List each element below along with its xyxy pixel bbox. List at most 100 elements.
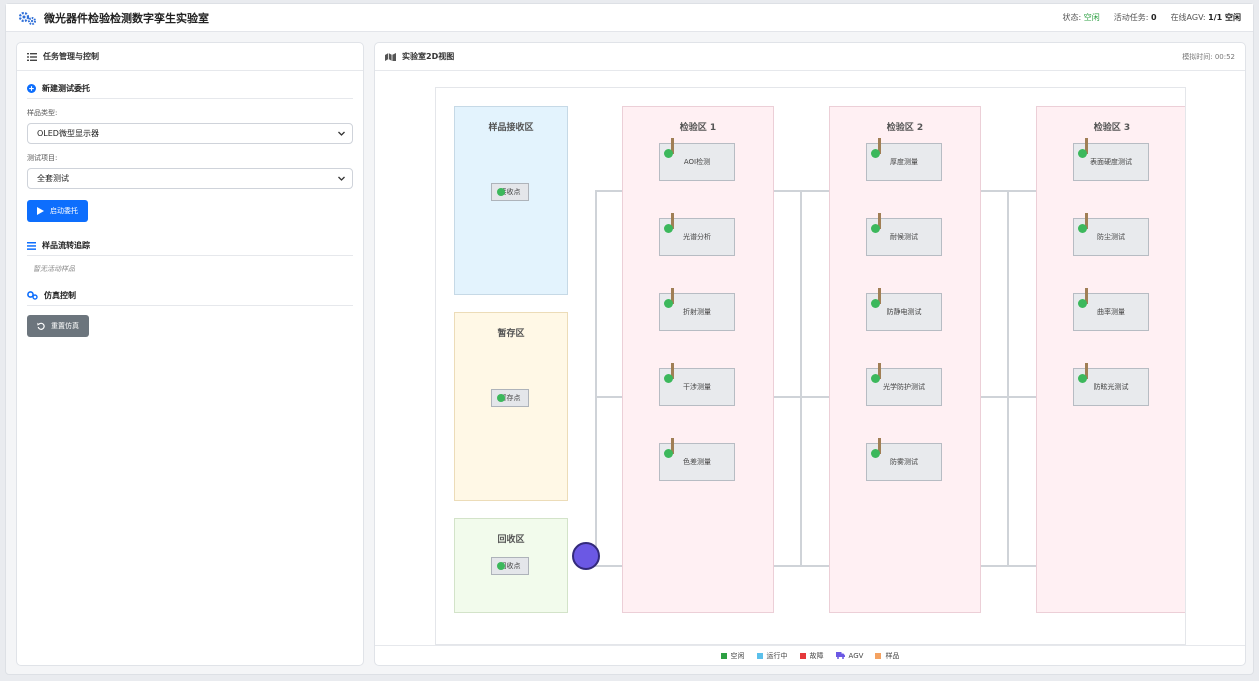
station[interactable]: 防眩光测试 [1073, 363, 1149, 406]
zone-test-3[interactable]: 检验区 3 表面硬度测试 防尘测试 曲率测量 防眩光测试 [1036, 106, 1185, 613]
station-label: 防雾测试 [890, 458, 918, 466]
station[interactable]: 干涉测量 [659, 363, 735, 406]
zone-receive[interactable]: 样品接收区 接收点 [454, 106, 568, 295]
station-label: 曲率测量 [1097, 308, 1125, 316]
tracking-empty-text: 暂无活动样品 [33, 265, 75, 273]
app-header: 微光器件检验检测数字孪生实验室 状态: 空闲 活动任务: 0 在线AGV: 1/… [6, 4, 1253, 32]
status-dot [497, 188, 505, 196]
zone-test-2[interactable]: 检验区 2 厚度测量 耐候测试 防静电测试 光学防护测试 防雾测试 [829, 106, 981, 613]
start-task-label: 启动委托 [50, 207, 78, 215]
stream-icon [27, 241, 36, 250]
sample-type-select[interactable]: OLED微型显示器 [27, 123, 353, 144]
status-dot [497, 562, 505, 570]
legend-running: 运行中 [756, 651, 788, 661]
status-dot [1078, 299, 1087, 308]
tracking-title-text: 样品流转追踪 [42, 241, 90, 250]
station-label: 耐候测试 [890, 233, 918, 241]
start-task-button[interactable]: 启动委托 [27, 200, 88, 222]
status-dot [664, 299, 673, 308]
new-task-title-text: 新建测试委托 [42, 84, 90, 93]
tracking-title: 样品流转追踪 [27, 236, 353, 256]
sample-type-value: OLED微型显示器 [37, 129, 99, 138]
station-label: 厚度测量 [890, 158, 918, 166]
zone-test-1-title: 检验区 1 [679, 123, 717, 133]
legend-fault: 故障 [799, 651, 824, 661]
station-label: 折射测量 [683, 308, 711, 316]
status-dot [1078, 149, 1087, 158]
recycle-point[interactable]: 回收点 [491, 557, 529, 575]
station[interactable]: 防尘测试 [1073, 213, 1149, 256]
status-dot [1078, 224, 1087, 233]
station-label: 色差测量 [683, 458, 711, 466]
station[interactable]: 光学防护测试 [866, 363, 942, 406]
reset-sim-button[interactable]: 重置仿真 [27, 315, 89, 337]
zone-recycle-title: 回收区 [497, 535, 525, 545]
status-dot [664, 449, 673, 458]
test-item-select[interactable]: 全套测试 [27, 168, 353, 189]
station[interactable]: 曲率测量 [1073, 288, 1149, 331]
sim-time-value: 00:52 [1214, 52, 1235, 61]
zone-recycle[interactable]: 回收区 回收点 [454, 518, 568, 613]
gears-icon [18, 11, 36, 25]
tracking-section: 样品流转追踪 暂无活动样品 [17, 236, 363, 282]
legend-label: 空闲 [730, 651, 745, 660]
status-dot [871, 374, 880, 383]
status-dot [871, 299, 880, 308]
status-dot [1078, 374, 1087, 383]
station[interactable]: 耐候测试 [866, 213, 942, 256]
agv-marker[interactable] [572, 542, 600, 570]
sim-time-label: 模拟时间: [1182, 52, 1213, 61]
station[interactable]: 折射测量 [659, 288, 735, 331]
chevron-down-icon [338, 176, 345, 181]
map-legend: 空闲 运行中 故障 AGV 样品 [375, 645, 1245, 665]
active-tasks: 活动任务: 0 [1114, 12, 1157, 23]
station[interactable]: 防静电测试 [866, 288, 942, 331]
tasks-value: 0 [1150, 13, 1157, 22]
station-label: 干涉测量 [683, 383, 711, 391]
agv-label: 在线AGV: [1170, 13, 1206, 22]
lab-map-canvas[interactable]: 样品接收区 接收点 暂存区 暂存点 回收区 回收点 检验区 1 AOI检测 光谱… [435, 87, 1186, 645]
receive-point[interactable]: 接收点 [491, 183, 529, 201]
station[interactable]: 光谱分析 [659, 213, 735, 256]
station-label: 防尘测试 [1097, 233, 1125, 241]
legend-swatch [875, 652, 882, 659]
new-task-title: 新建测试委托 [27, 79, 353, 99]
legend-swatch [720, 652, 727, 659]
station[interactable]: 色差测量 [659, 438, 735, 481]
list-icon [27, 52, 37, 61]
station[interactable]: 厚度测量 [866, 138, 942, 181]
app-title: 微光器件检验检测数字孪生实验室 [44, 11, 209, 25]
tasks-label: 活动任务: [1113, 13, 1149, 22]
status-dot [497, 394, 505, 402]
new-task-section: 新建测试委托 样品类型: OLED微型显示器 测试项目: 全套测试 启动委托 [17, 79, 363, 222]
truck-icon [835, 652, 845, 659]
station-label: 防静电测试 [886, 308, 922, 316]
station[interactable]: 表面硬度测试 [1073, 138, 1149, 181]
lab-view-header: 实验室2D视图 模拟时间: 00:52 [375, 43, 1245, 71]
play-icon [37, 207, 44, 215]
online-agv: 在线AGV: 1/1 空闲 [1171, 12, 1241, 23]
test-item-label: 测试项目: [27, 154, 58, 162]
app-window: 微光器件检验检测数字孪生实验室 状态: 空闲 活动任务: 0 在线AGV: 1/… [5, 3, 1254, 675]
lab-view-title: 实验室2D视图 [402, 52, 455, 61]
task-panel-title: 任务管理与控制 [43, 52, 99, 61]
chevron-down-icon [338, 131, 345, 136]
undo-icon [37, 322, 45, 330]
storage-point[interactable]: 暂存点 [491, 389, 529, 407]
legend-label: 运行中 [766, 651, 788, 660]
status-dot [664, 149, 673, 158]
station[interactable]: AOI检测 [659, 138, 735, 181]
task-panel-header: 任务管理与控制 [17, 43, 363, 71]
station-label: 表面硬度测试 [1090, 158, 1132, 166]
system-status: 状态: 空闲 [1062, 12, 1099, 23]
status-dot [664, 374, 673, 383]
station-label: 光谱分析 [683, 233, 711, 241]
zone-storage[interactable]: 暂存区 暂存点 [454, 312, 568, 501]
zone-test-1[interactable]: 检验区 1 AOI检测 光谱分析 折射测量 干涉测量 色差测量 [622, 106, 774, 613]
station[interactable]: 防雾测试 [866, 438, 942, 481]
agv-path [800, 190, 802, 566]
agv-path [1007, 190, 1009, 566]
sim-control-title: 仿真控制 [27, 286, 353, 306]
legend-label: 故障 [809, 651, 824, 660]
zone-test-3-title: 检验区 3 [1093, 123, 1131, 133]
